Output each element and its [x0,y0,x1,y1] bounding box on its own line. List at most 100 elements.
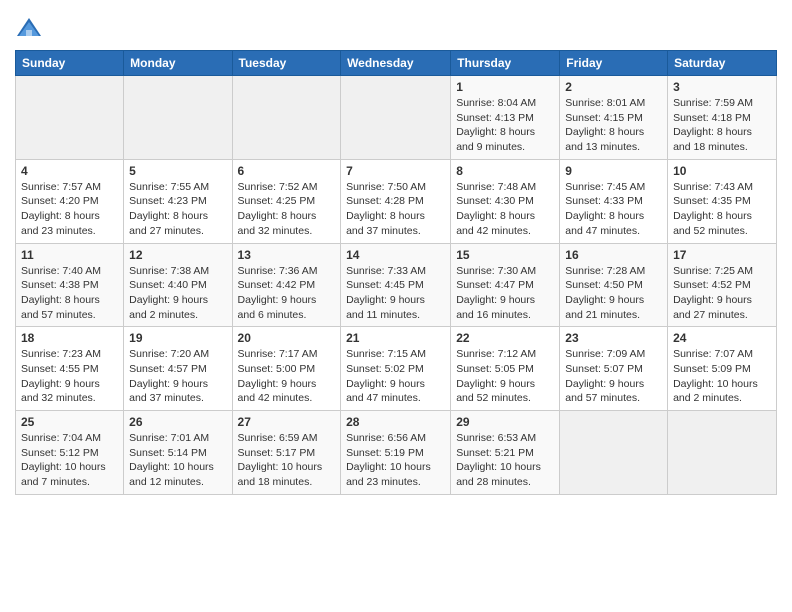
weekday-header-row: SundayMondayTuesdayWednesdayThursdayFrid… [16,51,777,76]
day-info: Sunrise: 7:33 AMSunset: 4:45 PMDaylight:… [346,264,445,323]
calendar-cell: 1 Sunrise: 8:04 AMSunset: 4:13 PMDaylight… [451,76,560,160]
week-row-3: 18 Sunrise: 7:23 AMSunset: 4:55 PMDayligh… [16,327,777,411]
day-info: Sunrise: 7:55 AMSunset: 4:23 PMDaylight:… [129,180,226,239]
day-number: 1 [456,80,554,94]
day-info: Sunrise: 7:15 AMSunset: 5:02 PMDaylight:… [346,347,445,406]
day-number: 15 [456,248,554,262]
calendar-cell: 10 Sunrise: 7:43 AMSunset: 4:35 PMDayligh… [668,159,777,243]
calendar-cell: 24 Sunrise: 7:07 AMSunset: 5:09 PMDayligh… [668,327,777,411]
day-info: Sunrise: 7:25 AMSunset: 4:52 PMDaylight:… [673,264,771,323]
day-info: Sunrise: 7:30 AMSunset: 4:47 PMDaylight:… [456,264,554,323]
day-number: 18 [21,331,118,345]
calendar-cell [560,411,668,495]
page: SundayMondayTuesdayWednesdayThursdayFrid… [0,0,792,612]
day-info: Sunrise: 7:09 AMSunset: 5:07 PMDaylight:… [565,347,662,406]
calendar-cell: 21 Sunrise: 7:15 AMSunset: 5:02 PMDayligh… [341,327,451,411]
calendar-cell: 3 Sunrise: 7:59 AMSunset: 4:18 PMDaylight… [668,76,777,160]
day-number: 14 [346,248,445,262]
day-info: Sunrise: 7:52 AMSunset: 4:25 PMDaylight:… [238,180,336,239]
calendar-cell: 6 Sunrise: 7:52 AMSunset: 4:25 PMDaylight… [232,159,341,243]
day-info: Sunrise: 6:56 AMSunset: 5:19 PMDaylight:… [346,431,445,490]
calendar-cell: 23 Sunrise: 7:09 AMSunset: 5:07 PMDayligh… [560,327,668,411]
calendar-cell: 25Sunrise: 7:04 AMSunset: 5:12 PMDayligh… [16,411,124,495]
day-number: 23 [565,331,662,345]
day-number: 6 [238,164,336,178]
day-number: 4 [21,164,118,178]
logo-icon [15,14,43,42]
day-number: 29 [456,415,554,429]
day-number: 24 [673,331,771,345]
weekday-header-wednesday: Wednesday [341,51,451,76]
day-number: 26 [129,415,226,429]
day-number: 17 [673,248,771,262]
calendar-cell [16,76,124,160]
day-number: 8 [456,164,554,178]
calendar-cell: 27Sunrise: 6:59 AMSunset: 5:17 PMDayligh… [232,411,341,495]
day-info: Sunrise: 7:40 AMSunset: 4:38 PMDaylight:… [21,264,118,323]
day-number: 12 [129,248,226,262]
calendar-cell: 17 Sunrise: 7:25 AMSunset: 4:52 PMDayligh… [668,243,777,327]
day-number: 27 [238,415,336,429]
calendar-cell [124,76,232,160]
day-number: 28 [346,415,445,429]
day-info: Sunrise: 7:50 AMSunset: 4:28 PMDaylight:… [346,180,445,239]
calendar-cell: 20Sunrise: 7:17 AMSunset: 5:00 PMDayligh… [232,327,341,411]
day-number: 3 [673,80,771,94]
day-info: Sunrise: 7:07 AMSunset: 5:09 PMDaylight:… [673,347,771,406]
calendar-cell: 26Sunrise: 7:01 AMSunset: 5:14 PMDayligh… [124,411,232,495]
day-number: 10 [673,164,771,178]
day-info: Sunrise: 7:36 AMSunset: 4:42 PMDaylight:… [238,264,336,323]
day-number: 22 [456,331,554,345]
day-info: Sunrise: 7:04 AMSunset: 5:12 PMDaylight:… [21,431,118,490]
header [15,10,777,42]
calendar-cell: 7 Sunrise: 7:50 AMSunset: 4:28 PMDaylight… [341,159,451,243]
calendar-cell: 4 Sunrise: 7:57 AMSunset: 4:20 PMDaylight… [16,159,124,243]
calendar-cell: 9Sunrise: 7:45 AMSunset: 4:33 PMDaylight… [560,159,668,243]
day-number: 7 [346,164,445,178]
day-info: Sunrise: 7:59 AMSunset: 4:18 PMDaylight:… [673,96,771,155]
day-info: Sunrise: 7:28 AMSunset: 4:50 PMDaylight:… [565,264,662,323]
day-info: Sunrise: 7:48 AMSunset: 4:30 PMDaylight:… [456,180,554,239]
calendar-cell [341,76,451,160]
calendar-table: SundayMondayTuesdayWednesdayThursdayFrid… [15,50,777,495]
calendar-cell: 5 Sunrise: 7:55 AMSunset: 4:23 PMDaylight… [124,159,232,243]
calendar-cell: 14 Sunrise: 7:33 AMSunset: 4:45 PMDayligh… [341,243,451,327]
day-number: 2 [565,80,662,94]
day-number: 5 [129,164,226,178]
day-number: 11 [21,248,118,262]
day-number: 21 [346,331,445,345]
week-row-2: 11 Sunrise: 7:40 AMSunset: 4:38 PMDayligh… [16,243,777,327]
week-row-0: 1 Sunrise: 8:04 AMSunset: 4:13 PMDaylight… [16,76,777,160]
calendar-cell: 2 Sunrise: 8:01 AMSunset: 4:15 PMDaylight… [560,76,668,160]
calendar-cell: 18 Sunrise: 7:23 AMSunset: 4:55 PMDayligh… [16,327,124,411]
logo [15,14,45,42]
weekday-header-friday: Friday [560,51,668,76]
day-number: 19 [129,331,226,345]
calendar-cell: 28 Sunrise: 6:56 AMSunset: 5:19 PMDayligh… [341,411,451,495]
calendar-cell [668,411,777,495]
week-row-4: 25Sunrise: 7:04 AMSunset: 5:12 PMDayligh… [16,411,777,495]
calendar-cell: 13 Sunrise: 7:36 AMSunset: 4:42 PMDayligh… [232,243,341,327]
calendar-cell: 22 Sunrise: 7:12 AMSunset: 5:05 PMDayligh… [451,327,560,411]
day-info: Sunrise: 8:04 AMSunset: 4:13 PMDaylight:… [456,96,554,155]
week-row-1: 4 Sunrise: 7:57 AMSunset: 4:20 PMDaylight… [16,159,777,243]
day-number: 9 [565,164,662,178]
calendar-cell: 29 Sunrise: 6:53 AMSunset: 5:21 PMDayligh… [451,411,560,495]
calendar-cell: 8 Sunrise: 7:48 AMSunset: 4:30 PMDaylight… [451,159,560,243]
weekday-header-sunday: Sunday [16,51,124,76]
day-number: 16 [565,248,662,262]
day-number: 20 [238,331,336,345]
day-info: Sunrise: 8:01 AMSunset: 4:15 PMDaylight:… [565,96,662,155]
calendar-cell: 19 Sunrise: 7:20 AMSunset: 4:57 PMDayligh… [124,327,232,411]
day-info: Sunrise: 7:23 AMSunset: 4:55 PMDaylight:… [21,347,118,406]
calendar-cell: 12Sunrise: 7:38 AMSunset: 4:40 PMDayligh… [124,243,232,327]
day-number: 13 [238,248,336,262]
weekday-header-saturday: Saturday [668,51,777,76]
day-info: Sunrise: 6:53 AMSunset: 5:21 PMDaylight:… [456,431,554,490]
day-info: Sunrise: 7:12 AMSunset: 5:05 PMDaylight:… [456,347,554,406]
day-info: Sunrise: 7:57 AMSunset: 4:20 PMDaylight:… [21,180,118,239]
day-info: Sunrise: 7:20 AMSunset: 4:57 PMDaylight:… [129,347,226,406]
day-info: Sunrise: 7:43 AMSunset: 4:35 PMDaylight:… [673,180,771,239]
calendar-cell [232,76,341,160]
calendar-cell: 16 Sunrise: 7:28 AMSunset: 4:50 PMDayligh… [560,243,668,327]
